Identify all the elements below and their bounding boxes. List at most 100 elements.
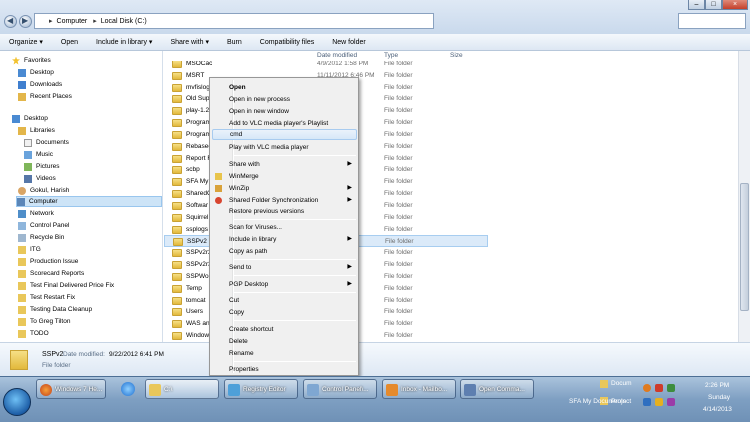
nav-computer[interactable]: Computer [16,196,162,207]
menu-share-with[interactable]: Share with ▶ [212,159,357,170]
menu-cmd[interactable]: cmd [212,129,357,140]
task-control-panel[interactable]: Control Panel\... [303,379,377,399]
column-date-modified[interactable]: Date modified [317,52,357,59]
details-date: 9/22/2012 6:41 PM [109,351,164,358]
close-button[interactable]: × [722,0,748,10]
folder-icon [173,238,183,247]
menu-rename[interactable]: Rename [212,348,357,359]
menu-cut[interactable]: Cut [212,295,357,306]
clock-time[interactable]: 2:26 PM [705,382,729,389]
internet-explorer-icon[interactable] [117,379,139,399]
new-folder-button[interactable]: New folder [323,34,374,51]
menu-vlc-playlist[interactable]: Add to VLC media player's Playlist [212,118,357,129]
start-button[interactable] [3,388,31,416]
desktop-icon [18,68,26,77]
nav-desktop-fav[interactable]: Desktop [18,67,54,78]
organize-button[interactable]: Organize ▾ [0,34,52,51]
nav-libraries[interactable]: Libraries [18,125,55,136]
menu-include-in-library[interactable]: Include in library ▶ [212,234,357,245]
menu-scan-viruses[interactable]: Scan for Viruses... [212,222,357,233]
folder-icon [172,284,182,293]
folder-icon [600,380,608,388]
clock-day: Sunday [708,394,731,401]
chevron-right-icon: ▸ [93,18,97,25]
menu-open-new-process[interactable]: Open in new process [212,94,357,105]
nav-folder-test-restart[interactable]: Test Restart Fix [18,292,75,303]
folder-icon [18,305,26,314]
nav-user[interactable]: Gokul, Harish [18,185,69,196]
share-with-button[interactable]: Share with ▾ [161,34,218,51]
menu-send-to[interactable]: Send to ▶ [212,262,357,273]
include-in-library-button[interactable]: Include in library ▾ [87,34,161,51]
column-headers: Date modified Type Size [164,51,492,61]
nav-folder-scorecard[interactable]: Scorecard Reports [18,268,84,279]
menu-winmerge[interactable]: WinMerge [212,171,357,182]
task-open-commands[interactable]: Open Comma... [460,379,534,399]
nav-downloads[interactable]: Downloads [18,79,62,90]
tray-sfa-documents[interactable]: SFA My Documents [569,398,626,405]
nav-folder-test-final[interactable]: Test Final Delivered Price Fix [18,280,114,291]
breadcrumb-computer[interactable]: Computer [57,18,88,25]
network-icon [18,209,26,218]
folder-icon [18,257,26,266]
scrollbar-thumb[interactable] [740,183,749,311]
menu-winzip[interactable]: WinZip ▶ [212,183,357,194]
menu-copy[interactable]: Copy [212,307,357,318]
submenu-arrow-icon: ▶ [347,264,352,270]
nav-folder-itg[interactable]: ITG [18,244,41,255]
tray-app-icon[interactable] [643,384,651,392]
compatibility-files-button[interactable]: Compatibility files [251,34,323,51]
menu-shared-folder-sync[interactable]: Shared Folder Synchronization ▶ [212,195,357,206]
column-type[interactable]: Type [384,52,398,59]
file-type: File folder [384,142,413,150]
menu-properties[interactable]: Properties [212,364,357,375]
forward-button[interactable]: ▶ [19,15,32,28]
nav-folder-greg[interactable]: To Greg Tilton [18,316,70,327]
minimize-button[interactable]: – [688,0,705,10]
burn-button[interactable]: Burn [218,34,251,51]
nav-folder-todo[interactable]: TODO [18,328,49,339]
nav-recent-places[interactable]: Recent Places [18,91,72,102]
nav-folder-testing-cleanup[interactable]: Testing Data Cleanup [18,304,92,315]
nav-recycle-bin[interactable]: Recycle Bin [18,232,64,243]
task-windows7[interactable]: Windows 7 He... [36,379,106,399]
nav-music[interactable]: Music [24,149,53,160]
task-registry-editor[interactable]: Registry Editor [224,379,298,399]
maximize-button[interactable]: □ [705,0,722,10]
task-inbox[interactable]: Inbox - Mailbo... [382,379,456,399]
task-c-drive[interactable]: C:\ [145,379,219,399]
nav-favorites[interactable]: Favorites [12,55,51,66]
menu-vlc-play[interactable]: Play with VLC media player [212,142,357,153]
document-icon [464,384,476,396]
menu-open-new-window[interactable]: Open in new window [212,106,357,117]
nav-videos[interactable]: Videos [24,173,56,184]
menu-separator [234,219,356,220]
back-button[interactable]: ◀ [4,15,17,28]
nav-desktop[interactable]: Desktop [12,113,48,124]
tray-app-icon[interactable] [655,398,663,406]
column-size[interactable]: Size [450,52,463,59]
menu-pgp-desktop[interactable]: PGP Desktop ▶ [212,279,357,290]
nav-network[interactable]: Network [18,208,54,219]
tray-app-icon[interactable] [655,384,663,392]
menu-restore-previous[interactable]: Restore previous versions [212,206,357,217]
tray-app-icon[interactable] [643,398,651,406]
menu-open[interactable]: Open [212,82,357,93]
nav-pictures[interactable]: Pictures [24,161,59,172]
tray-app-icon[interactable] [667,398,675,406]
file-row[interactable]: MSOCache 4/9/2012 1:58 PM File folder [164,61,494,70]
nav-documents[interactable]: Documents [24,137,69,148]
menu-copy-as-path[interactable]: Copy as path [212,246,357,257]
vertical-scrollbar[interactable] [738,51,750,342]
folder-icon [172,261,182,270]
menu-delete[interactable]: Delete [212,336,357,347]
address-bar[interactable]: ▸ Computer ▸ Local Disk (C:) [34,13,434,29]
nav-control-panel[interactable]: Control Panel [18,220,69,231]
menu-create-shortcut[interactable]: Create shortcut [212,324,357,335]
tray-app-icon[interactable] [667,384,675,392]
open-button[interactable]: Open [52,34,87,51]
search-input[interactable] [678,13,746,29]
nav-folder-production-issue[interactable]: Production Issue [18,256,78,267]
breadcrumb-local-disk[interactable]: Local Disk (C:) [101,18,147,25]
tray-documents[interactable]: Docum [611,380,632,387]
